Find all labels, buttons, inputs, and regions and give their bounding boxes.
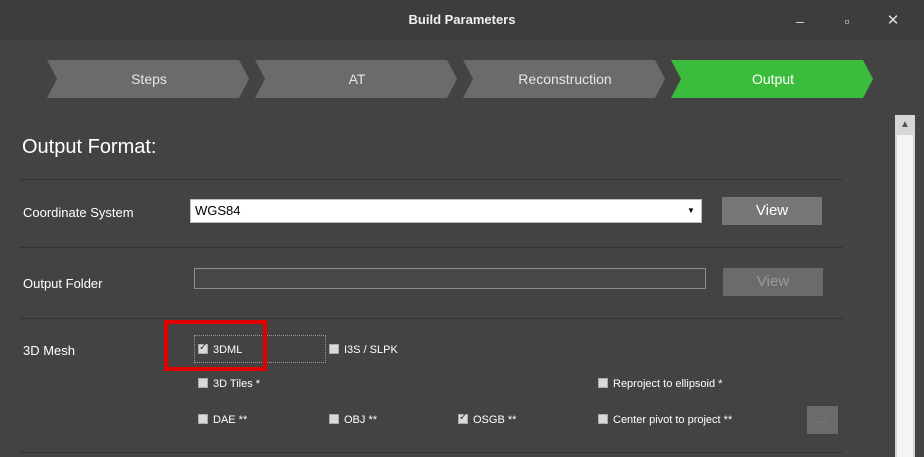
checkbox-3d-tiles-label: 3D Tiles * bbox=[213, 378, 261, 390]
output-folder-label: Output Folder bbox=[23, 276, 103, 291]
checkbox-icon bbox=[598, 414, 608, 424]
step-steps[interactable]: Steps bbox=[55, 60, 243, 98]
window-title: Build Parameters bbox=[408, 12, 516, 27]
scrollbar-thumb[interactable] bbox=[897, 135, 913, 457]
checkbox-icon bbox=[598, 378, 608, 388]
checkbox-i3s-slpk-label: I3S / SLPK bbox=[344, 344, 398, 356]
minimize-icon[interactable]: – bbox=[790, 11, 810, 31]
divider bbox=[20, 452, 843, 453]
coordinate-system-select[interactable]: WGS84 ▼ bbox=[190, 199, 702, 223]
coordinate-system-value: WGS84 bbox=[195, 203, 241, 218]
step-at[interactable]: AT bbox=[263, 60, 451, 98]
scroll-up-icon[interactable]: ▲ bbox=[895, 115, 915, 135]
checkbox-dae-label: DAE ** bbox=[213, 414, 248, 426]
checkbox-icon bbox=[198, 378, 208, 388]
checkbox-icon bbox=[329, 414, 339, 424]
checkbox-osgb-label: OSGB ** bbox=[473, 414, 517, 426]
checkbox-center-pivot-label: Center pivot to project ** bbox=[613, 414, 733, 426]
maximize-icon[interactable]: ▫ bbox=[837, 11, 857, 31]
mesh-label: 3D Mesh bbox=[23, 343, 76, 358]
chevron-down-icon[interactable]: ▼ bbox=[683, 203, 699, 219]
output-folder-field[interactable] bbox=[194, 268, 706, 289]
close-icon[interactable]: ✕ bbox=[883, 11, 903, 31]
divider bbox=[20, 318, 843, 319]
step-output[interactable]: Output bbox=[679, 60, 867, 98]
checkbox-reproject-ellipsoid-label: Reproject to ellipsoid * bbox=[613, 378, 723, 390]
output-panel: Output Format: Coordinate System WGS84 ▼… bbox=[0, 115, 895, 457]
coordinate-system-label: Coordinate System bbox=[23, 205, 134, 220]
checkbox-icon bbox=[198, 414, 208, 424]
checkbox-icon bbox=[329, 344, 339, 354]
vertical-scrollbar[interactable]: ▲ bbox=[895, 115, 915, 457]
step-reconstruction[interactable]: Reconstruction bbox=[471, 60, 659, 98]
checkbox-obj-label: OBJ ** bbox=[344, 414, 378, 426]
section-heading: Output Format: bbox=[22, 136, 157, 158]
title-bar: Build Parameters – ▫ ✕ bbox=[0, 0, 924, 40]
coordinate-view-button[interactable]: View bbox=[722, 197, 822, 225]
checkbox-checked-icon bbox=[458, 411, 468, 425]
highlight-annotation bbox=[164, 320, 267, 371]
divider bbox=[20, 179, 843, 180]
divider bbox=[20, 247, 843, 248]
more-options-button[interactable]: ... bbox=[807, 406, 838, 434]
wizard-steps: Steps AT Reconstruction Output bbox=[47, 60, 877, 98]
output-folder-view-button[interactable]: View bbox=[723, 268, 823, 296]
